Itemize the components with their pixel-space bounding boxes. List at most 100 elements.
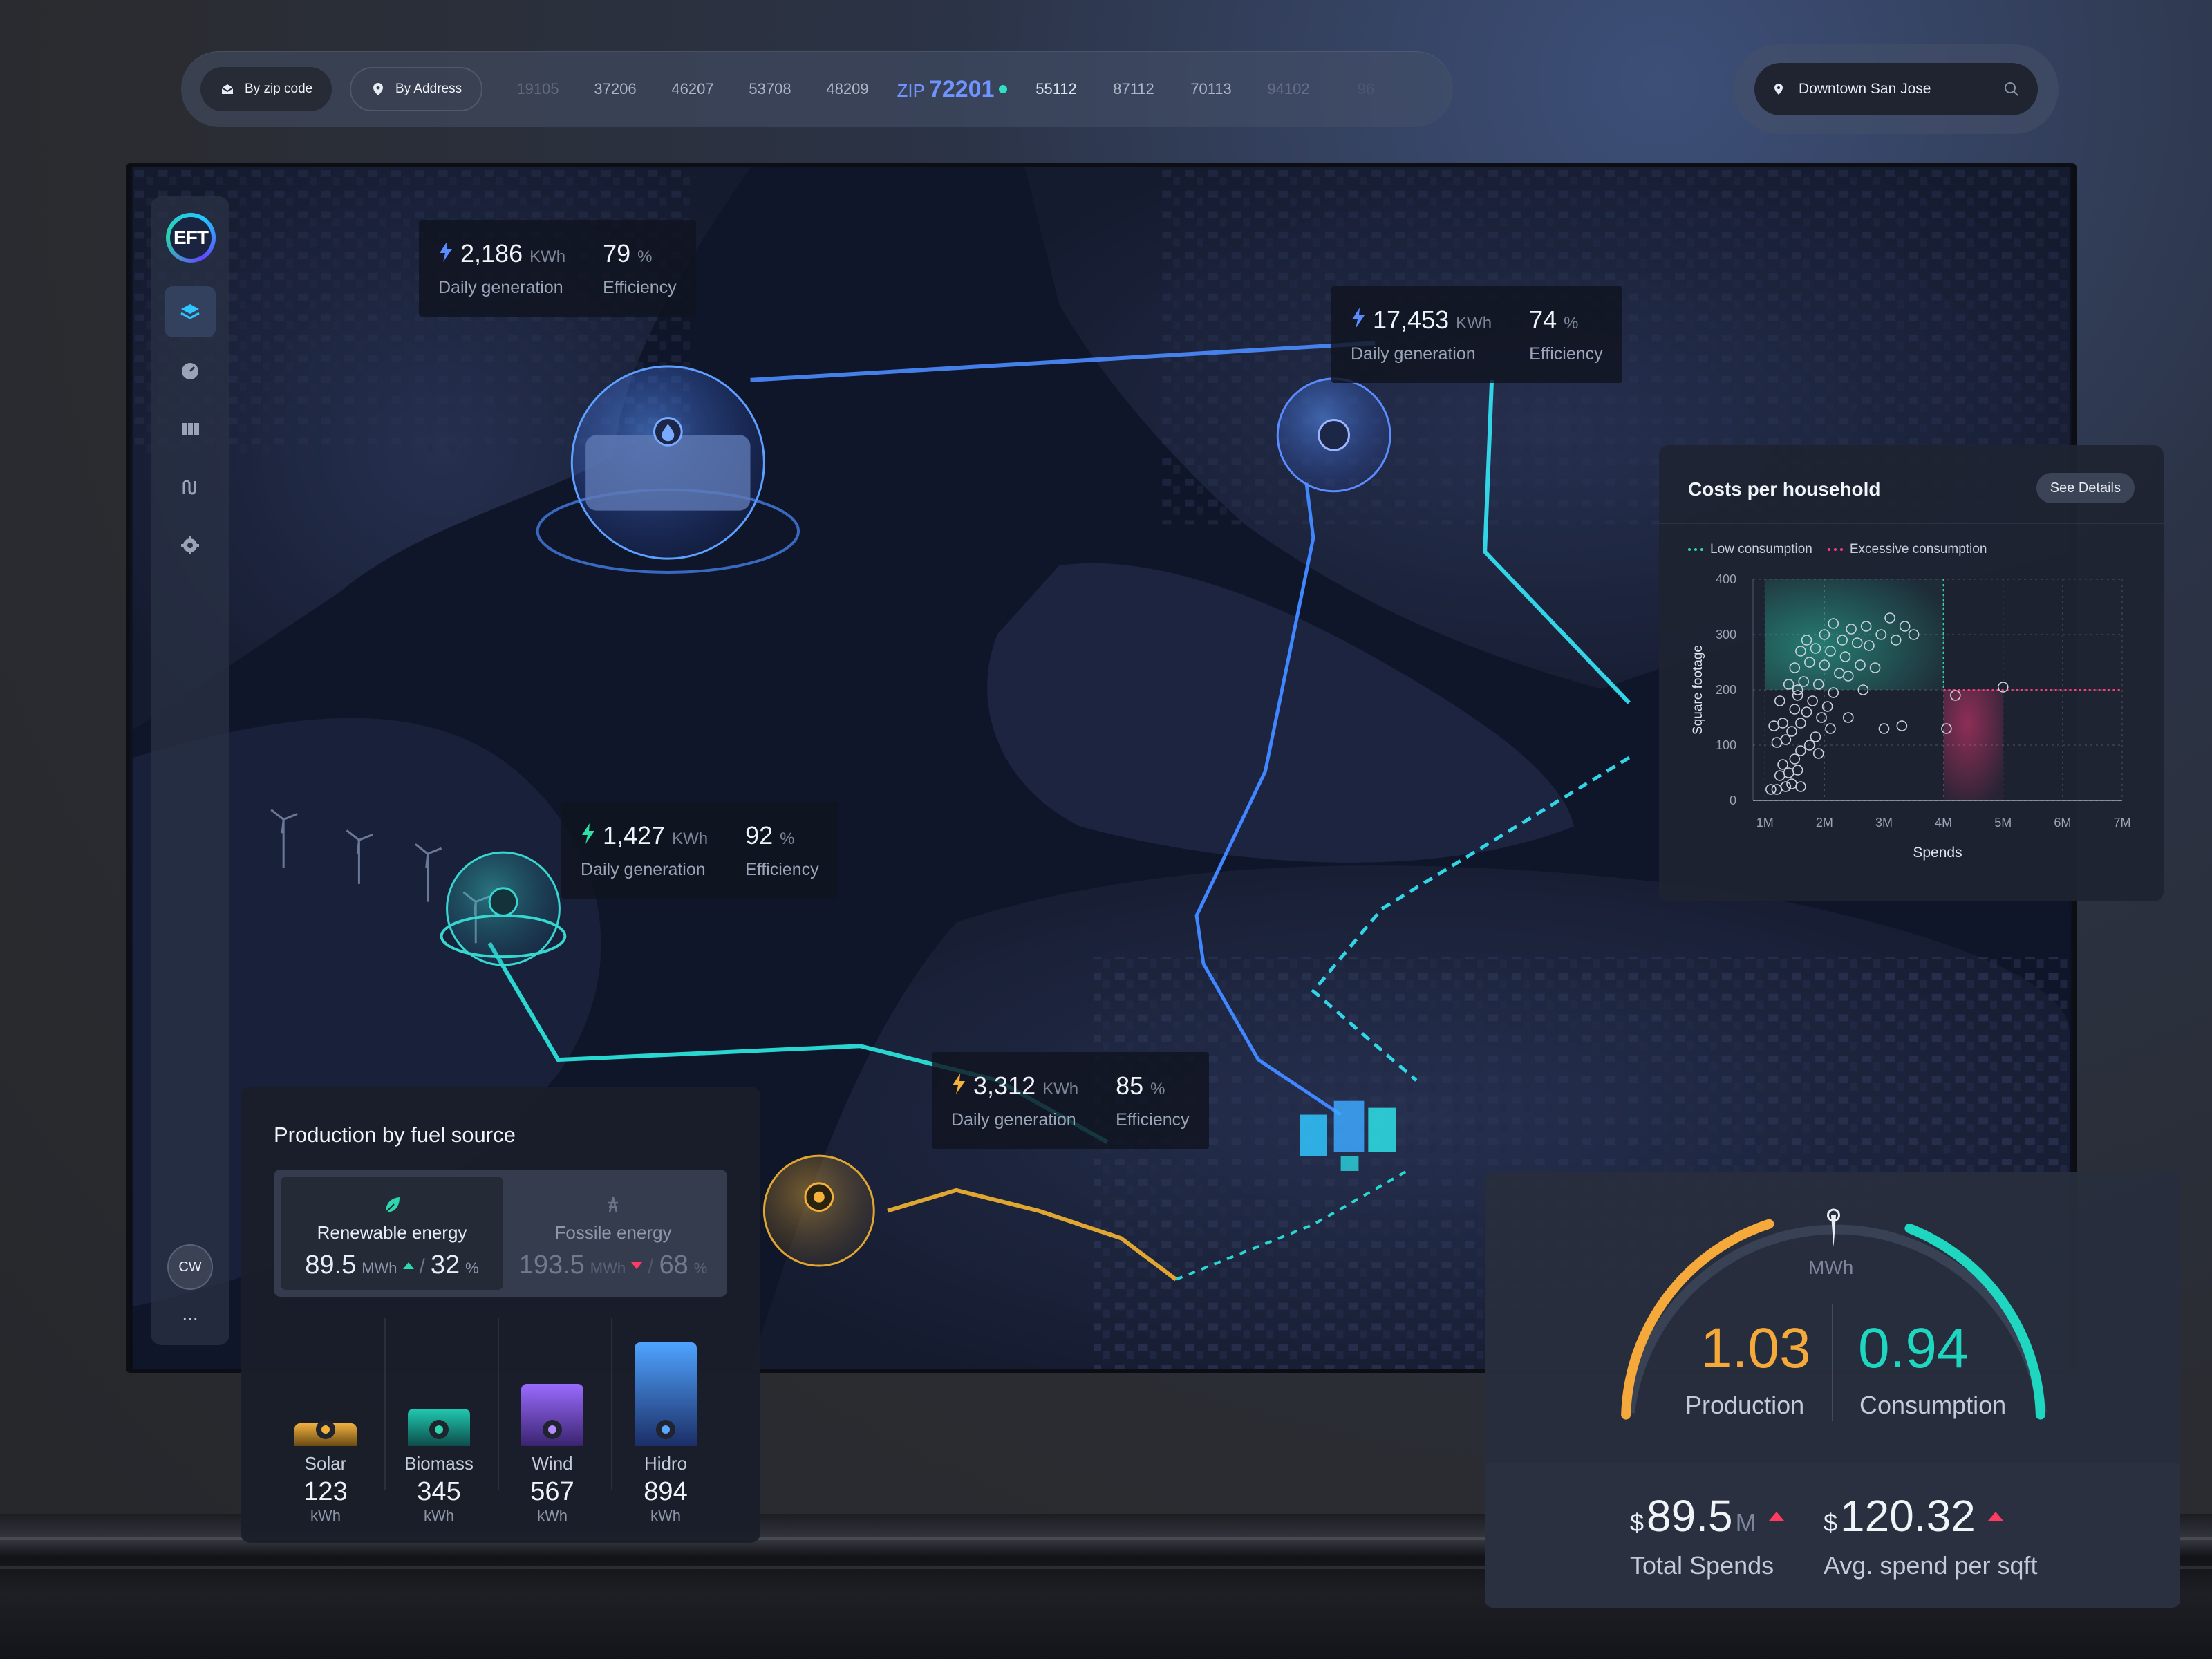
- x-tick-label: 4M: [1935, 816, 1952, 830]
- sidebar-item-grid[interactable]: [165, 404, 216, 455]
- total-spends-label: Total Spends: [1630, 1551, 1774, 1580]
- y-tick-label: 300: [1716, 628, 1736, 641]
- bar-value: 345: [417, 1477, 461, 1506]
- generation-unit: KWh: [1456, 314, 1492, 332]
- data-point: [1792, 765, 1803, 776]
- tab-label: Fossile energy: [554, 1222, 672, 1243]
- location-search-input[interactable]: Downtown San Jose: [1754, 63, 2038, 115]
- y-axis-label: Square footage: [1691, 645, 1705, 735]
- zip-option[interactable]: 55112: [1018, 80, 1095, 98]
- zip-option[interactable]: 70113: [1172, 80, 1250, 98]
- bar-unit: kWh: [537, 1507, 568, 1524]
- sidebar-item-layers[interactable]: [165, 286, 216, 337]
- zip-option[interactable]: 19105: [499, 80, 577, 98]
- x-tick-label: 7M: [2113, 816, 2130, 830]
- biomass-icon: [429, 1420, 449, 1439]
- zip-option[interactable]: 37206: [577, 80, 654, 98]
- data-point: [1812, 748, 1824, 759]
- data-point: [1783, 767, 1794, 778]
- gauge-divider: [1832, 1304, 1833, 1421]
- trend-up-icon: [402, 1262, 414, 1269]
- plant-stat-callout: 3,312 KWh Daily generation 85 % Efficien…: [932, 1052, 1209, 1149]
- x-tick-label: 6M: [2054, 816, 2071, 830]
- layers-icon: [180, 304, 200, 319]
- zip-current[interactable]: ZIP 72201: [886, 76, 1018, 103]
- avatar-initials: CW: [178, 1259, 202, 1275]
- legend-label: Low consumption: [1710, 542, 1812, 556]
- production-by-fuel-panel: Production by fuel source Renewable ener…: [241, 1087, 760, 1543]
- bolt-icon: [953, 1074, 965, 1094]
- avg-spend-value: 120.32: [1840, 1491, 1976, 1541]
- logo-text: EFT: [174, 227, 209, 248]
- bar-label: Biomass: [404, 1453, 474, 1474]
- daily-generation-label: Daily generation: [951, 1110, 1076, 1130]
- bar-unit: kWh: [424, 1507, 454, 1524]
- sidebar-item-settings[interactable]: [165, 520, 216, 571]
- daily-generation-value: 2,186: [460, 239, 523, 268]
- data-point: [1765, 784, 1777, 795]
- data-point: [1768, 720, 1779, 731]
- fuel-source-bars: Solar 123 kWh Biomass 345 kWh Wind 567 kWh Hidro 8…: [274, 1318, 727, 1525]
- tab-renewable-energy[interactable]: Renewable energy 89.5 MWh / 32 %: [281, 1177, 503, 1290]
- fuel-bar-hidro[interactable]: Hidro 894 kWh: [614, 1342, 718, 1525]
- zip-option[interactable]: 53708: [731, 80, 809, 98]
- y-tick-label: 0: [1730, 794, 1736, 807]
- zip-active-dot: [998, 85, 1007, 93]
- bar-label: Wind: [532, 1453, 573, 1474]
- leaf-icon: [385, 1197, 400, 1213]
- water-drop-icon: [656, 1420, 675, 1439]
- zip-option[interactable]: 87112: [1095, 80, 1172, 98]
- data-point: [1795, 718, 1806, 729]
- total-spends: $ 89.5 M: [1630, 1490, 1784, 1541]
- by-zip-code-button[interactable]: By zip code: [200, 67, 332, 111]
- more-options-button[interactable]: ...: [167, 1302, 213, 1324]
- by-address-button[interactable]: By Address: [350, 67, 483, 111]
- fuel-bar-biomass[interactable]: Biomass 345 kWh: [387, 1409, 491, 1525]
- zip-current-value: 72201: [928, 75, 995, 102]
- gauge-unit: MWh: [1808, 1257, 1854, 1278]
- gear-icon: [181, 536, 199, 554]
- fuel-bar-solar[interactable]: Solar 123 kWh: [274, 1420, 377, 1525]
- search-icon[interactable]: [2003, 81, 2020, 97]
- power-tower-icon: [608, 1197, 618, 1213]
- zip-option[interactable]: 46207: [654, 80, 731, 98]
- daily-generation-value: 17,453: [1373, 306, 1450, 334]
- bolt-icon: [582, 823, 594, 844]
- daily-generation-label: Daily generation: [581, 860, 706, 879]
- avg-spend-per-sqft: $ 120.32: [1824, 1490, 2003, 1541]
- data-point: [1789, 753, 1801, 765]
- bolt-icon: [1352, 308, 1365, 328]
- zip-option[interactable]: 96: [1327, 80, 1405, 98]
- x-tick-label: 5M: [1994, 816, 2012, 830]
- percent-unit: %: [693, 1259, 708, 1277]
- sidebar-item-dashboard[interactable]: [165, 346, 216, 397]
- bar-unit: kWh: [310, 1507, 341, 1524]
- fossil-value: 193.5: [518, 1250, 585, 1280]
- bar-fill: [521, 1384, 583, 1446]
- user-avatar[interactable]: CW: [167, 1244, 213, 1290]
- zip-option[interactable]: 48209: [809, 80, 886, 98]
- costs-per-household-panel: Costs per household See Details Low cons…: [1659, 445, 2164, 901]
- route-icon: [182, 480, 196, 495]
- bar-value: 567: [530, 1477, 574, 1506]
- see-details-button[interactable]: See Details: [2036, 473, 2135, 503]
- bar-fill: [294, 1420, 357, 1446]
- zip-option[interactable]: 94102: [1250, 80, 1327, 98]
- efficiency-label: Efficiency: [603, 278, 677, 297]
- data-point: [1795, 781, 1806, 792]
- efficiency-label: Efficiency: [1529, 344, 1603, 364]
- total-spends-suffix: M: [1735, 1508, 1756, 1537]
- plant-stat-callout: 2,186 KWh Daily generation 79 % Efficien…: [419, 220, 696, 317]
- bar-separator: [611, 1318, 612, 1490]
- data-point: [1777, 718, 1788, 729]
- app-logo[interactable]: EFT: [166, 213, 216, 263]
- fuel-bar-wind[interactable]: Wind 567 kWh: [500, 1384, 604, 1525]
- tab-fossile-energy[interactable]: Fossile energy 193.5 MWh / 68 %: [502, 1177, 724, 1290]
- data-point: [1777, 759, 1788, 770]
- envelope-icon: [221, 84, 234, 94]
- efficiency-value: 79: [603, 239, 631, 268]
- costs-scatter-chart: 0 100 200 300 400 1M 2M 3M 4M 5M 6M 7M Spends Square …: [1691, 572, 2131, 861]
- sidebar-item-routes[interactable]: [165, 462, 216, 513]
- efficiency-label: Efficiency: [745, 860, 819, 879]
- by-address-label: By Address: [395, 82, 462, 96]
